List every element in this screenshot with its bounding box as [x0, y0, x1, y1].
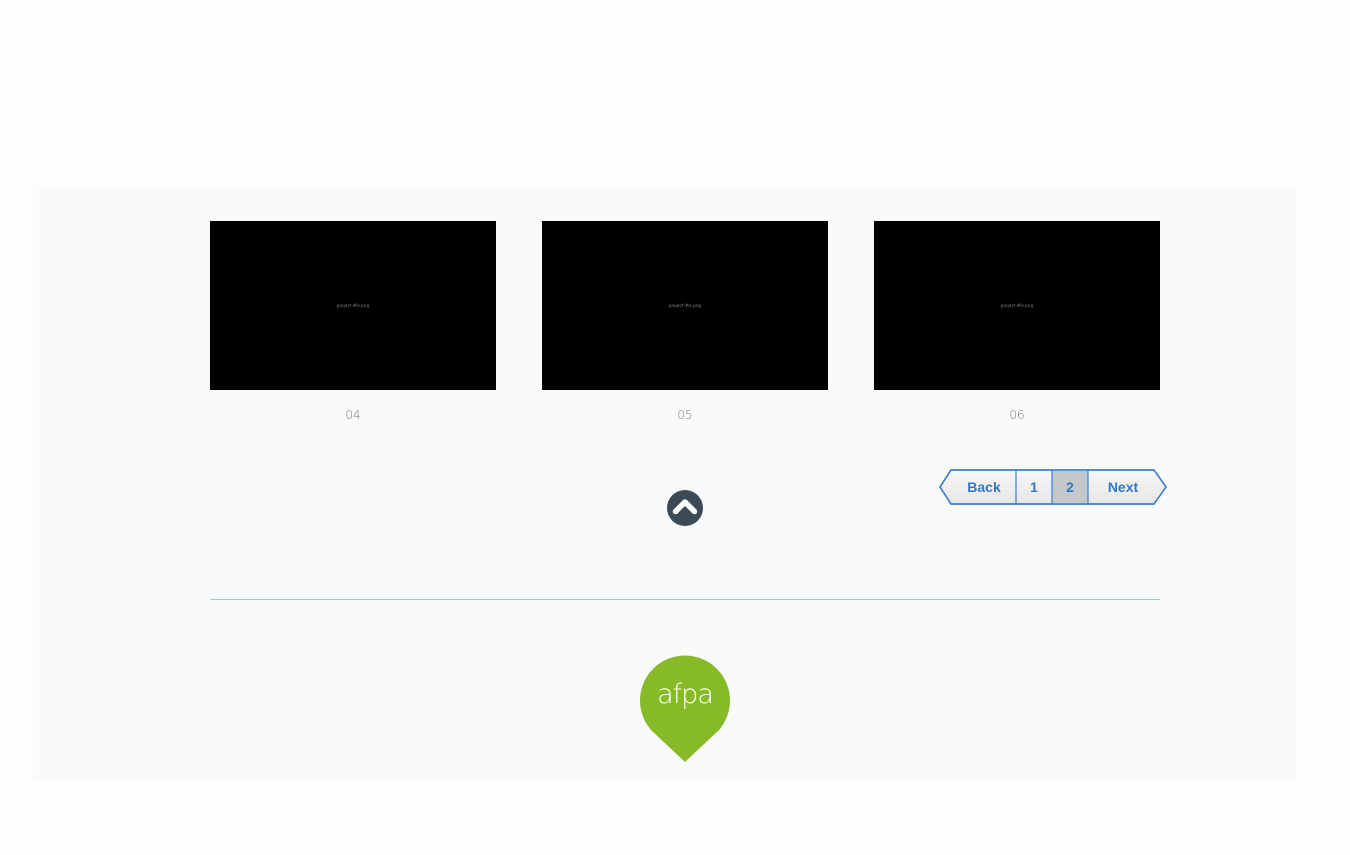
thumbnail-filename: project-#ls.png — [336, 303, 370, 308]
gallery-thumbnail[interactable]: project-#ls.png — [210, 221, 496, 390]
afpa-logo[interactable]: afpa — [640, 655, 730, 765]
gallery-thumbnail[interactable]: project-#ls.png — [874, 221, 1160, 390]
logo-pin-shape — [640, 655, 730, 762]
gallery-item: project-#ls.png 06 — [874, 221, 1160, 422]
scroll-to-top-button[interactable] — [666, 489, 704, 527]
thumbnail-filename: project-#ls.png — [668, 303, 702, 308]
page: project-#ls.png 04 project-#ls.png 05 pr… — [0, 0, 1350, 855]
pagination-page-1[interactable]: 1 — [1016, 469, 1052, 505]
chevron-up-icon — [667, 490, 703, 526]
pagination-back-button[interactable]: Back — [952, 469, 1016, 505]
gallery-caption: 06 — [1009, 408, 1025, 422]
pagination: Back 1 2 Next — [938, 469, 1168, 505]
thumbnail-filename: project-#ls.png — [1000, 303, 1034, 308]
pagination-next-button[interactable]: Next — [1088, 469, 1158, 505]
pagination-page-2-current[interactable]: 2 — [1052, 469, 1088, 505]
gallery-item: project-#ls.png 05 — [542, 221, 828, 422]
footer-divider — [210, 599, 1160, 600]
gallery-caption: 05 — [677, 408, 693, 422]
gallery-thumbnail[interactable]: project-#ls.png — [542, 221, 828, 390]
gallery-item: project-#ls.png 04 — [210, 221, 496, 422]
gallery-caption: 04 — [345, 408, 361, 422]
logo-text: afpa — [657, 679, 714, 710]
